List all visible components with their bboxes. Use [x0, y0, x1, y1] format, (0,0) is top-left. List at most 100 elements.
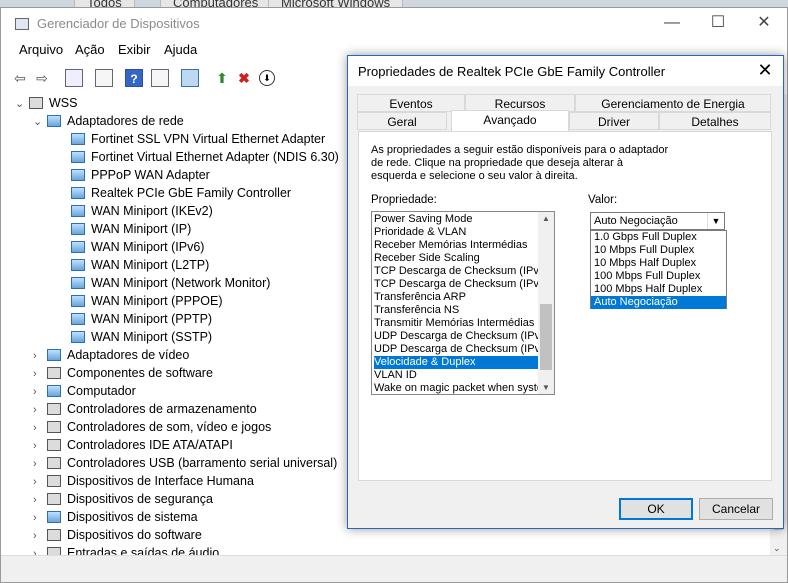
chevron-down-icon[interactable]: ⌄: [33, 113, 47, 131]
cancel-button[interactable]: Cancelar: [699, 498, 773, 520]
chevron-right-icon[interactable]: ›: [33, 455, 47, 473]
tree-item-adapter[interactable]: WAN Miniport (L2TP): [71, 256, 209, 274]
chevron-down-icon[interactable]: ⌄: [15, 95, 29, 113]
tree-category[interactable]: › Computador: [33, 382, 136, 400]
minimize-button[interactable]: —: [649, 8, 695, 40]
hid-icon: [47, 474, 61, 487]
chevron-right-icon[interactable]: ›: [33, 527, 47, 545]
property-item[interactable]: UDP Descarga de Checksum (IPv4): [374, 330, 539, 343]
properties-icon[interactable]: [65, 69, 83, 87]
tree-category[interactable]: › Dispositivos do software: [33, 526, 202, 544]
tab-driver[interactable]: Driver: [569, 112, 659, 130]
tree-item-adapter[interactable]: PPPoP WAN Adapter: [71, 166, 210, 184]
property-item[interactable]: Wake on magic packet when system: [374, 382, 539, 394]
dialog-close-button[interactable]: ✕: [755, 60, 775, 81]
chevron-right-icon[interactable]: ›: [33, 401, 47, 419]
tree-category[interactable]: › Controladores de armazenamento: [33, 400, 257, 418]
ok-button[interactable]: OK: [619, 498, 693, 520]
tree-item-adapter[interactable]: WAN Miniport (Network Monitor): [71, 274, 270, 292]
help-icon[interactable]: ?: [125, 69, 143, 87]
chevron-down-icon[interactable]: ▼: [707, 213, 724, 229]
property-item[interactable]: Power Saving Mode: [374, 213, 539, 226]
property-item[interactable]: Transferência ARP: [374, 291, 539, 304]
forward-icon[interactable]: ⇨: [33, 69, 51, 87]
menu-ajuda[interactable]: Ajuda: [164, 42, 197, 57]
property-item[interactable]: Transmitir Memórias Intermédias: [374, 317, 539, 330]
tree-item-adapter[interactable]: WAN Miniport (PPPOE): [71, 292, 223, 310]
maximize-button[interactable]: ☐: [695, 8, 741, 40]
tree-item-adapter[interactable]: Fortinet SSL VPN Virtual Ethernet Adapte…: [71, 130, 325, 148]
tree-item-adapter[interactable]: WAN Miniport (IP): [71, 220, 191, 238]
tree-item-adapter[interactable]: Fortinet Virtual Ethernet Adapter (NDIS …: [71, 148, 339, 166]
chevron-right-icon[interactable]: ›: [33, 419, 47, 437]
value-option[interactable]: 10 Mbps Full Duplex: [591, 244, 726, 257]
value-option[interactable]: 10 Mbps Half Duplex: [591, 257, 726, 270]
scroll-down-icon[interactable]: ▼: [538, 383, 554, 392]
network-icon: [47, 114, 61, 127]
tab-geral[interactable]: Geral: [357, 112, 447, 130]
menu-arquivo[interactable]: Arquivo: [19, 42, 63, 57]
download-icon[interactable]: ⬇: [259, 70, 275, 86]
tree-item-adapter[interactable]: WAN Miniport (IPv6): [71, 238, 204, 256]
view-icon[interactable]: [151, 69, 169, 87]
uninstall-icon[interactable]: ✖: [235, 69, 253, 87]
tree-category[interactable]: › Dispositivos de sistema: [33, 508, 198, 526]
chevron-right-icon[interactable]: ›: [33, 437, 47, 455]
property-item[interactable]: Receber Side Scaling: [374, 252, 539, 265]
tab-gerenciamento-energia[interactable]: Gerenciamento de Energia: [575, 94, 771, 112]
property-item[interactable]: VLAN ID: [374, 369, 539, 382]
tree-category-network[interactable]: ⌄ Adaptadores de rede: [33, 112, 184, 130]
property-item[interactable]: UDP Descarga de Checksum (IPv6): [374, 343, 539, 356]
property-item[interactable]: Prioridade & VLAN: [374, 226, 539, 239]
back-icon[interactable]: ⇦: [11, 69, 29, 87]
tree-root[interactable]: ⌄ WSS: [15, 94, 77, 112]
property-list-scrollbar[interactable]: ▲ ▼: [538, 212, 554, 394]
value-select-current: Auto Negociação: [594, 215, 678, 227]
tree-item-adapter[interactable]: Realtek PCIe GbE Family Controller: [71, 184, 291, 202]
value-select[interactable]: Auto Negociação ▼: [590, 212, 725, 230]
tree-item-adapter[interactable]: WAN Miniport (PPTP): [71, 310, 212, 328]
scroll-down-icon[interactable]: ⌄: [773, 543, 781, 554]
property-item-selected[interactable]: Velocidade & Duplex: [374, 356, 539, 369]
property-item[interactable]: TCP Descarga de Checksum (IPv6): [374, 278, 539, 291]
tree-item-adapter[interactable]: WAN Miniport (SSTP): [71, 328, 212, 346]
tab-avancado[interactable]: Avançado: [451, 110, 569, 132]
value-option[interactable]: 100 Mbps Full Duplex: [591, 270, 726, 283]
tree-category[interactable]: › Controladores USB (barramento serial un…: [33, 454, 337, 472]
chevron-right-icon[interactable]: ›: [33, 509, 47, 527]
tree-category[interactable]: › Controladores de som, vídeo e jogos: [33, 418, 271, 436]
tree-item-adapter[interactable]: WAN Miniport (IKEv2): [71, 202, 213, 220]
value-option-selected[interactable]: Auto Negociação: [591, 296, 726, 309]
property-list-thumb[interactable]: [540, 304, 552, 370]
monitor-icon[interactable]: [181, 69, 199, 87]
tab-eventos[interactable]: Eventos: [357, 94, 465, 112]
tree-category[interactable]: › Dispositivos de segurança: [33, 490, 213, 508]
computer-icon: [47, 384, 61, 397]
chevron-right-icon[interactable]: ›: [33, 491, 47, 509]
update-icon[interactable]: [95, 69, 113, 87]
enable-driver-icon[interactable]: ⬆: [213, 69, 231, 87]
chevron-right-icon[interactable]: ›: [33, 473, 47, 491]
network-adapter-icon: [71, 330, 85, 343]
value-option[interactable]: 100 Mbps Half Duplex: [591, 283, 726, 296]
usb-icon: [47, 456, 61, 469]
property-item[interactable]: Transferência NS: [374, 304, 539, 317]
chevron-right-icon[interactable]: ›: [33, 383, 47, 401]
property-item[interactable]: TCP Descarga de Checksum (IPv4): [374, 265, 539, 278]
tab-detalhes[interactable]: Detalhes: [659, 112, 771, 130]
tree-category[interactable]: › Controladores IDE ATA/ATAPI: [33, 436, 233, 454]
property-list[interactable]: Power Saving Mode Prioridade & VLAN Rece…: [371, 211, 555, 395]
tree-category[interactable]: › Adaptadores de vídeo: [33, 346, 189, 364]
menu-exibir[interactable]: Exibir: [118, 42, 151, 57]
value-option[interactable]: 1.0 Gbps Full Duplex: [591, 231, 726, 244]
tree-category[interactable]: › Dispositivos de Interface Humana: [33, 472, 254, 490]
property-item[interactable]: Receber Memórias Intermédias: [374, 239, 539, 252]
tree-category[interactable]: › Componentes de software: [33, 364, 213, 382]
value-label: Valor:: [588, 194, 618, 206]
scroll-up-icon[interactable]: ▲: [538, 214, 554, 223]
chevron-right-icon[interactable]: ›: [33, 365, 47, 383]
menu-acao[interactable]: Ação: [75, 42, 105, 57]
app-icon: [15, 18, 29, 30]
chevron-right-icon[interactable]: ›: [33, 347, 47, 365]
close-button[interactable]: ✕: [741, 8, 787, 40]
